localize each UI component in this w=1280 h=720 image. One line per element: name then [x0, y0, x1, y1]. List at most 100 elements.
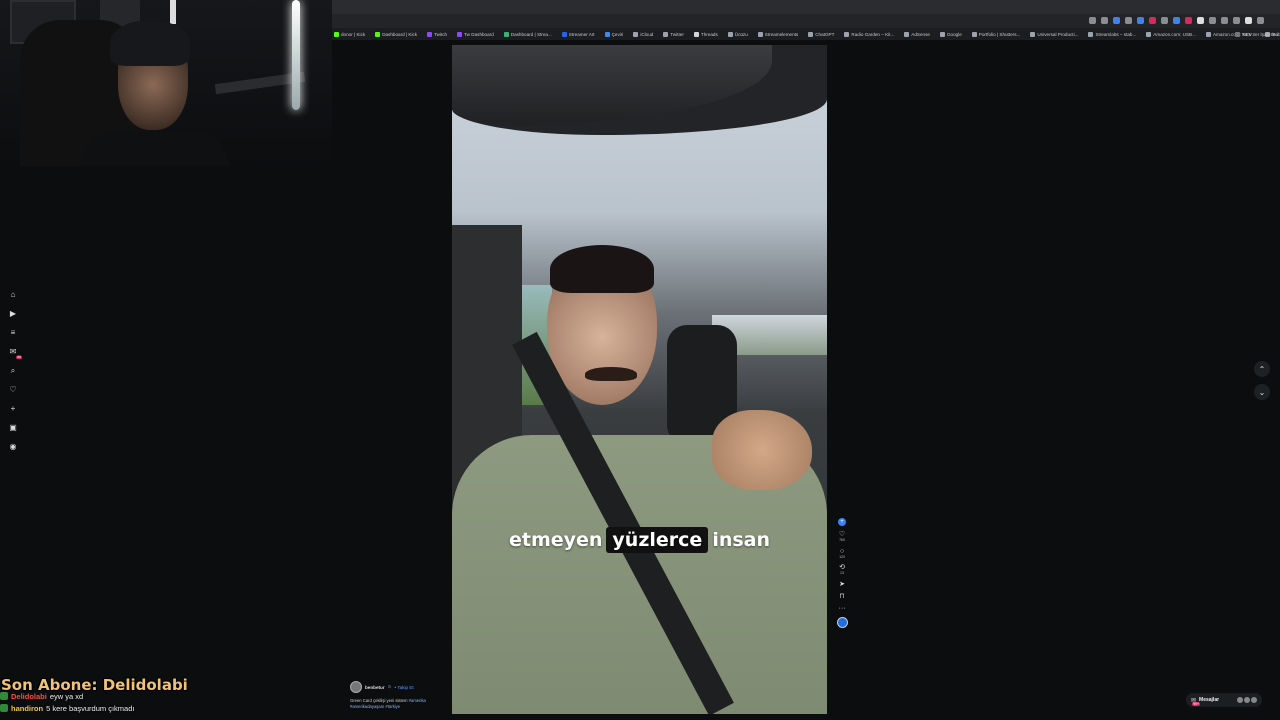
avatar[interactable]: [350, 681, 362, 693]
stream-chat: Delidolabi eyw ya xd handiron 5 kere başvur…: [0, 690, 300, 714]
shield-icon[interactable]: [1197, 17, 1204, 24]
messages-avatars: [1237, 697, 1257, 703]
puzzle-icon[interactable]: [1221, 17, 1228, 24]
browser-address-area: [332, 0, 1280, 14]
chat-badge-icon: [0, 692, 8, 700]
previous-reel-button[interactable]: ⌃: [1254, 361, 1270, 377]
more-button[interactable]: ···: [839, 605, 846, 612]
video-person-hair: [550, 245, 654, 293]
reels-icon[interactable]: ▣: [8, 423, 18, 433]
bookmark-item[interactable]: Tw Dashboard: [457, 32, 494, 37]
plus-icon-glyph: +: [10, 404, 16, 413]
all-bookmarks-folder[interactable]: Tüm Yer İşaretleri: [1235, 32, 1278, 37]
bookmark-item[interactable]: Streamlabs – stab...: [1088, 32, 1136, 37]
webcam-streamer-beanie: [110, 20, 190, 66]
play-icon[interactable]: ▶: [8, 309, 18, 319]
video-caption: etmeyen yüzlerce insan: [452, 527, 827, 553]
audio-button[interactable]: [836, 616, 848, 628]
sidebar-icon[interactable]: [1233, 17, 1240, 24]
play-icon-glyph: ▶: [9, 309, 17, 318]
inbox-icon[interactable]: ✉ 99: [8, 347, 22, 359]
extension-icon[interactable]: [1161, 17, 1168, 24]
menu-icon[interactable]: [1257, 17, 1264, 24]
chat-username: handiron: [11, 703, 44, 713]
verified-icon: ⊙: [387, 684, 392, 689]
bookmark-item[interactable]: Streamer Art: [562, 32, 595, 37]
bookmark-item[interactable]: Ücüzu: [728, 32, 748, 37]
sidebar-nav: ⌂ ▶ ≡ ✉ 99 ⌕ ♡ + ▣ ◉: [6, 290, 22, 452]
comment-button[interactable]: ○ 120: [839, 548, 845, 560]
bookmark-item[interactable]: AdSense: [904, 32, 930, 37]
messages-button[interactable]: ✉ 99+ Mesajlar: [1186, 693, 1262, 707]
caption-word: insan: [712, 529, 771, 551]
heart-icon[interactable]: ♡: [8, 385, 18, 395]
extension-icon[interactable]: [1149, 17, 1156, 24]
extension-icon[interactable]: [1173, 17, 1180, 24]
chevron-down-icon: ⌄: [1258, 387, 1266, 397]
bookmark-item[interactable]: Portfolio | Shutters...: [972, 32, 1021, 37]
search-icon[interactable]: ⌕: [8, 366, 18, 376]
bookmark-item[interactable]: Threads: [694, 32, 718, 37]
follow-link[interactable]: • Takip Et: [395, 685, 414, 690]
bookmark-item[interactable]: Twitter: [663, 32, 684, 37]
reel-video[interactable]: etmeyen yüzlerce insan: [452, 45, 827, 714]
bookmark-icon: ⊓: [839, 592, 845, 600]
profile-icon-glyph: ◉: [9, 442, 17, 451]
bookmark-item[interactable]: Google: [940, 32, 962, 37]
plus-icon[interactable]: +: [8, 404, 18, 414]
extension-icon[interactable]: [1137, 17, 1144, 24]
extension-icon[interactable]: [1113, 17, 1120, 24]
bookmark-item[interactable]: Dashboard | Strea...: [504, 32, 552, 37]
bookmark-item[interactable]: Amazon.com: USB...: [1146, 32, 1196, 37]
like-count: 760: [839, 538, 845, 542]
save-button[interactable]: ⊓: [839, 593, 844, 600]
share-button[interactable]: ➤: [839, 581, 845, 588]
description-text: Green Card çekilişi yeni sistem: [350, 698, 408, 703]
chat-badge-icon: [0, 704, 8, 712]
bookmark-item[interactable]: Dashboard | Kick: [375, 32, 417, 37]
more-icon: ···: [838, 604, 846, 612]
notification-badge: 99: [16, 354, 22, 359]
webcam-overlay: [0, 0, 332, 166]
bookmark-item[interactable]: Universal Producti...: [1030, 32, 1078, 37]
profile-icon[interactable]: [1245, 17, 1252, 24]
follow-button[interactable]: +: [838, 518, 846, 526]
plus-icon: +: [838, 518, 846, 526]
chat-message: handiron 5 kere başvurdum çıkmadı: [0, 702, 300, 714]
bookmark-item[interactable]: Çeviri: [605, 32, 624, 37]
messages-label: Mesajlar: [1199, 697, 1220, 703]
next-reel-button[interactable]: ⌄: [1254, 384, 1270, 400]
author-name[interactable]: benbetur: [365, 685, 385, 690]
share-icon: ➤: [839, 580, 845, 588]
search-icon-glyph: ⌕: [10, 366, 16, 375]
profile-icon[interactable]: ◉: [8, 442, 18, 452]
extension-icon[interactable]: [1125, 17, 1132, 24]
repost-count: 13: [840, 571, 844, 575]
audio-avatar: [836, 616, 848, 628]
reel-description: Green Card çekilişi yeni sistem #amerika…: [350, 698, 460, 709]
cast-icon[interactable]: [1089, 17, 1096, 24]
bookmark-item[interactable]: Twitch: [427, 32, 447, 37]
bookmark-item[interactable]: ChatGPT: [808, 32, 834, 37]
like-button[interactable]: ♡ 760: [839, 531, 845, 543]
bookmark-item[interactable]: Radio Garden – Kit...: [844, 32, 894, 37]
caption-word-highlight: yüzlerce: [606, 527, 709, 553]
heart-icon: ♡: [838, 531, 846, 538]
home-icon[interactable]: ⌂: [8, 290, 18, 300]
bookmark-item[interactable]: donor | Kick: [334, 32, 365, 37]
repost-button[interactable]: ⟲ 13: [839, 564, 845, 576]
messages-badge: 99+: [1192, 701, 1201, 706]
star-icon[interactable]: [1101, 17, 1108, 24]
list-icon[interactable]: ≡: [8, 328, 18, 338]
list-icon-glyph: ≡: [10, 328, 16, 337]
bookmark-item[interactable]: Streamelements: [758, 32, 798, 37]
comment-icon: ○: [839, 547, 845, 555]
bookmark-item[interactable]: iCloud: [633, 32, 653, 37]
repost-icon: ⟲: [839, 564, 845, 571]
download-icon[interactable]: [1209, 17, 1216, 24]
chevron-up-icon: ⌃: [1258, 364, 1266, 374]
chat-message: Delidolabi eyw ya xd: [0, 690, 300, 702]
reel-author-info: benbetur ⊙ • Takip Et Green Card çekiliş…: [350, 681, 460, 709]
extension-icon[interactable]: [1185, 17, 1192, 24]
video-person-moustache: [585, 367, 637, 381]
